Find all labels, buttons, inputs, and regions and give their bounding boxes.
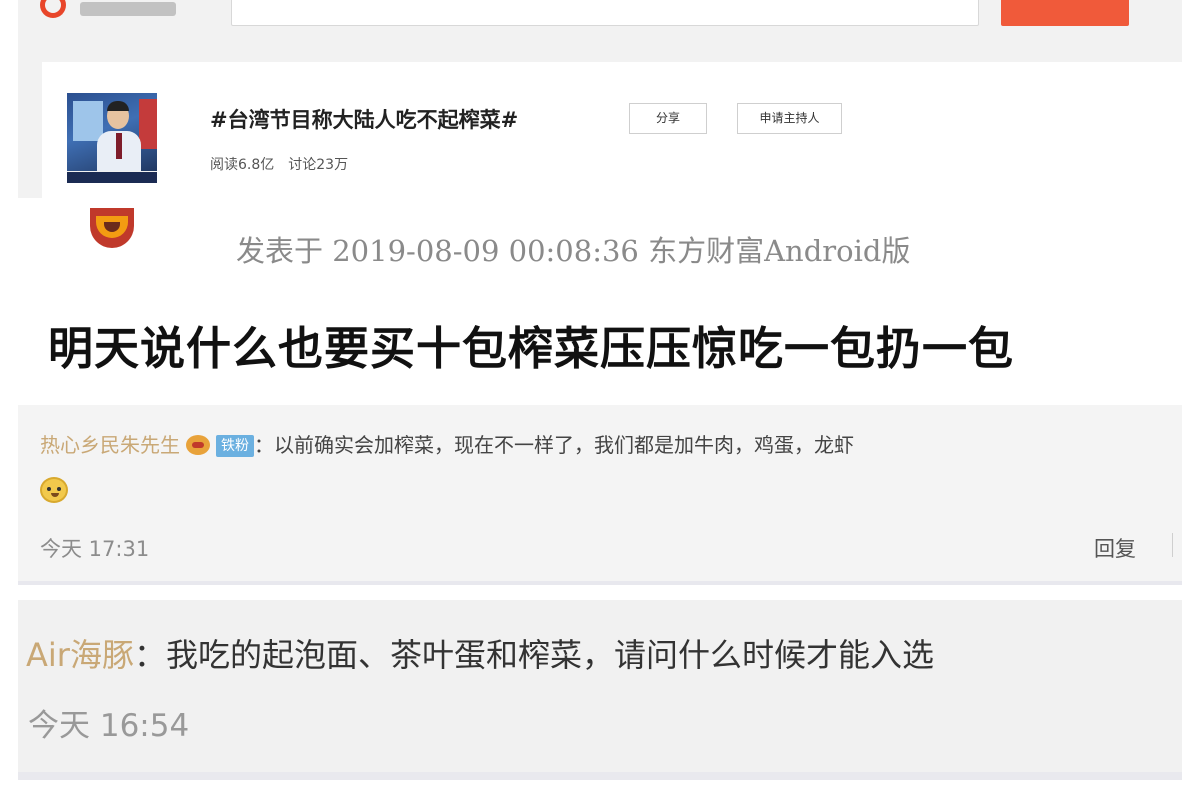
reply-button[interactable]: 回复 <box>1094 533 1136 563</box>
topic-thumbnail[interactable] <box>67 93 157 183</box>
apply-host-button[interactable]: 申请主持人 <box>737 103 842 134</box>
fan-badge: 铁粉 <box>216 435 254 457</box>
post-content: 明天说什么也要买十包榨菜压压惊吃一包扔一包 <box>48 322 1015 375</box>
topic-stats: 阅读6.8亿 讨论23万 <box>210 154 348 174</box>
member-emoji-icon <box>186 435 210 455</box>
comment-item: Air海豚：我吃的起泡面、茶叶蛋和榨菜，请问什么时候才能入选 今天 16:54 <box>18 600 1182 780</box>
weibo-logo-icon[interactable] <box>40 0 66 18</box>
post-meta: 发表于 2019-08-09 00:08:36 东方财富Android版 <box>236 234 911 268</box>
comment-time: 今天 16:54 <box>28 708 190 744</box>
comment-username[interactable]: 热心乡民朱先生 <box>40 433 180 457</box>
discussion-count: 讨论23万 <box>288 157 349 173</box>
comment-time: 今天 17:31 <box>40 537 150 561</box>
comment-text: 以前确实会加榨菜，现在不一样了，我们都是加牛肉，鸡蛋，龙虾 <box>274 433 854 457</box>
comment-text: 我吃的起泡面、茶叶蛋和榨菜，请问什么时候才能入选 <box>165 636 934 674</box>
comment-line: Air海豚：我吃的起泡面、茶叶蛋和榨菜，请问什么时候才能入选 <box>26 630 934 676</box>
dog-emoji-icon <box>40 477 68 503</box>
topic-title[interactable]: #台湾节目称大陆人吃不起榨菜# <box>210 104 518 134</box>
comment-separator: ： <box>133 636 166 674</box>
comment-item: 热心乡民朱先生 铁粉 ：以前确实会加榨菜，现在不一样了，我们都是加牛肉，鸡蛋，龙虾 … <box>18 405 1182 585</box>
search-button[interactable] <box>1001 0 1129 26</box>
comment-separator: ： <box>254 433 274 457</box>
read-count: 阅读6.8亿 <box>210 157 275 173</box>
comment-username[interactable]: Air海豚 <box>26 636 134 674</box>
search-input[interactable] <box>231 0 979 26</box>
site-logo-text <box>80 2 176 16</box>
share-button[interactable]: 分享 <box>629 103 707 134</box>
comment-line: 热心乡民朱先生 铁粉 ：以前确实会加榨菜，现在不一样了，我们都是加牛肉，鸡蛋，龙虾 <box>40 429 854 458</box>
topic-panel: #台湾节目称大陆人吃不起榨菜# 分享 申请主持人 阅读6.8亿 讨论23万 <box>18 0 1182 198</box>
divider <box>1172 533 1173 557</box>
author-avatar[interactable] <box>82 208 140 248</box>
topic-card: #台湾节目称大陆人吃不起榨菜# 分享 申请主持人 阅读6.8亿 讨论23万 <box>42 62 1182 198</box>
